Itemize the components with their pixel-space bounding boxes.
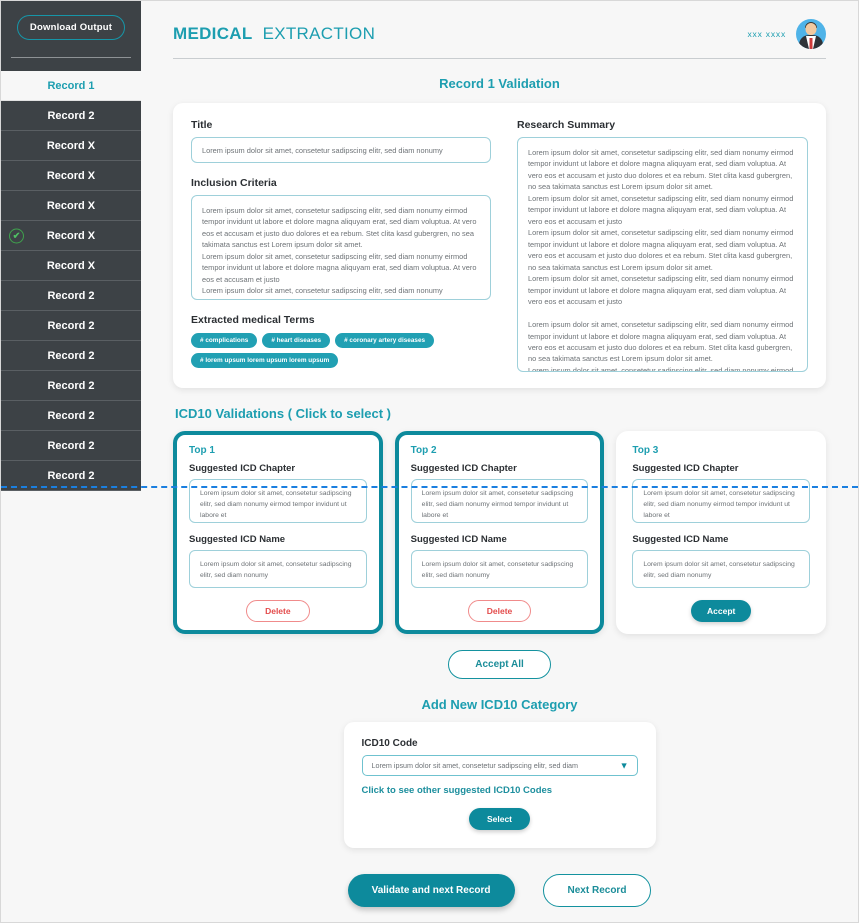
icd-suggestion-card[interactable]: Top 1 Suggested ICD Chapter Lorem ipsum do… — [173, 431, 383, 634]
delete-button[interactable]: Delete — [246, 600, 310, 622]
suggested-icd-chapter-label: Suggested ICD Chapter — [410, 463, 517, 474]
app-brand: MEDICAL EXTRACTION — [173, 24, 375, 44]
download-output-button[interactable]: Download Output — [17, 15, 125, 40]
accept-all-button[interactable]: Accept All — [448, 650, 551, 679]
medical-term-tag[interactable]: # heart diseases — [262, 333, 331, 348]
sidebar-record-label: Record X — [46, 199, 96, 212]
sidebar-record-item[interactable]: ✔ Record X — [1, 221, 141, 251]
sidebar-record-label: Record 2 — [47, 439, 95, 452]
sidebar-record-item[interactable]: Record X — [1, 161, 141, 191]
inclusion-criteria-label: Inclusion Criteria — [191, 177, 277, 189]
sidebar-record-item[interactable]: Record X — [1, 251, 141, 281]
main-content: MEDICAL EXTRACTION xxx xxxx Record 1 Val… — [141, 1, 858, 922]
sidebar-record-item[interactable]: Record 2 — [1, 461, 141, 491]
sidebar-record-item[interactable]: Record 2 — [1, 101, 141, 131]
top-bar: MEDICAL EXTRACTION xxx xxxx — [159, 1, 840, 49]
icd-card-rank-label: Top 1 — [189, 445, 215, 456]
research-summary-label: Research Summary — [517, 119, 616, 131]
record-right-column: Research Summary Lorem ipsum dolor sit a… — [517, 119, 808, 372]
sidebar-record-label: Record 2 — [47, 319, 95, 332]
suggested-icd-name-field[interactable]: Lorem ipsum dolor sit amet, consetetur s… — [189, 550, 367, 588]
sidebar-record-label: Record X — [46, 259, 96, 272]
check-icon: ✔ — [9, 228, 24, 243]
user-avatar-icon[interactable] — [796, 19, 826, 49]
extracted-terms-list: # complications # heart diseases # coronar… — [191, 333, 491, 368]
sidebar-record-label: Record X — [46, 169, 96, 182]
suggested-icd-chapter-label: Suggested ICD Chapter — [189, 463, 296, 474]
app-window: Download Output Record 1 Record 2 Record X… — [0, 0, 859, 923]
icd-card-rank-label: Top 3 — [632, 445, 659, 456]
sidebar: Download Output Record 1 Record 2 Record X… — [1, 1, 141, 922]
medical-term-tag[interactable]: # lorem upsum lorem upsum lorem upsum — [191, 353, 339, 368]
icd-suggestion-card[interactable]: Top 2 Suggested ICD Chapter Lorem ipsum do… — [394, 431, 605, 634]
suggested-icd-name-label: Suggested ICD Name — [632, 534, 729, 545]
brand-bold: MEDICAL — [173, 24, 253, 43]
brand-light: EXTRACTION — [262, 24, 376, 43]
user-name: xxx xxxx — [747, 29, 786, 39]
chevron-down-icon: ▼ — [619, 760, 629, 770]
sidebar-record-item[interactable]: Record 2 — [1, 371, 141, 401]
suggested-icd-chapter-field[interactable]: Lorem ipsum dolor sit amet, consetetur s… — [410, 479, 589, 523]
validate-and-next-record-button[interactable]: Validate and next Record — [347, 874, 515, 907]
sidebar-record-label: Record 2 — [47, 289, 95, 302]
sidebar-record-label: Record 2 — [47, 469, 95, 482]
page-title: Record 1 Validation — [439, 76, 560, 91]
sidebar-record-item[interactable]: Record 2 — [1, 401, 141, 431]
next-record-button[interactable]: Next Record — [542, 874, 652, 907]
title-field[interactable]: Lorem ipsum dolor sit amet, consetetur s… — [191, 137, 491, 163]
sidebar-header: Download Output — [1, 1, 141, 71]
research-summary-field[interactable]: Lorem ipsum dolor sit amet, consetetur s… — [517, 137, 808, 372]
delete-button[interactable]: Delete — [467, 600, 532, 622]
icd10-code-select[interactable]: Lorem ipsum dolor sit amet, consetetur s… — [361, 755, 638, 776]
see-other-codes-link[interactable]: Click to see other suggested ICD10 Codes — [362, 785, 638, 796]
sidebar-record-label: Record 2 — [47, 409, 95, 422]
suggested-icd-name-field[interactable]: Lorem ipsum dolor sit amet, consetetur s… — [632, 550, 811, 588]
title-label: Title — [191, 119, 213, 131]
sidebar-record-item[interactable]: Record 2 — [1, 431, 141, 461]
user-area[interactable]: xxx xxxx — [747, 19, 826, 49]
icd-validations-heading: ICD10 Validations ( Click to select ) — [175, 406, 392, 421]
record-panel: Title Lorem ipsum dolor sit amet, conset… — [173, 103, 826, 388]
icd-card-list: Top 1 Suggested ICD Chapter Lorem ipsum do… — [173, 431, 827, 634]
sidebar-record-label: Record 1 — [47, 79, 95, 92]
sidebar-record-item[interactable]: Record 1 — [1, 71, 141, 101]
sidebar-record-item[interactable]: Record 2 — [1, 341, 141, 371]
sidebar-record-label: Record 2 — [47, 379, 95, 392]
inclusion-criteria-field[interactable]: Lorem ipsum dolor sit amet, consetetur s… — [191, 195, 491, 300]
sidebar-record-item[interactable]: Record 2 — [1, 311, 141, 341]
sidebar-record-label: Record 2 — [47, 349, 95, 362]
sidebar-record-label: Record X — [46, 139, 96, 152]
suggested-icd-chapter-field[interactable]: Lorem ipsum dolor sit amet, consetetur s… — [632, 479, 811, 523]
icd10-code-label: ICD10 Code — [361, 738, 418, 749]
medical-term-tag[interactable]: # coronary artery diseases — [335, 333, 435, 348]
medical-term-tag[interactable]: # complications — [191, 333, 258, 348]
sidebar-record-item[interactable]: Record X — [1, 131, 141, 161]
add-category-title: Add New ICD10 Category — [421, 697, 578, 712]
add-category-panel: ICD10 Code Lorem ipsum dolor sit amet, c… — [343, 722, 656, 848]
footer-actions: Validate and next Record Next Record — [159, 874, 840, 907]
select-button-row: Select — [362, 808, 638, 830]
select-button[interactable]: Select — [468, 808, 531, 830]
suggested-icd-name-label: Suggested ICD Name — [189, 534, 286, 545]
suggested-icd-chapter-label: Suggested ICD Chapter — [632, 463, 739, 474]
accept-button[interactable]: Accept — [691, 600, 752, 622]
icd-suggestion-card[interactable]: Top 3 Suggested ICD Chapter Lorem ipsum do… — [616, 431, 827, 634]
record-list: Record 1 Record 2 Record X Record X Record X… — [1, 71, 141, 491]
icd10-code-value: Lorem ipsum dolor sit amet, consetetur s… — [371, 761, 579, 770]
sidebar-record-label: Record 2 — [47, 109, 95, 122]
suggested-icd-name-field[interactable]: Lorem ipsum dolor sit amet, consetetur s… — [410, 550, 589, 588]
sidebar-record-item[interactable]: Record 2 — [1, 281, 141, 311]
icd-card-rank-label: Top 2 — [410, 445, 437, 456]
sidebar-record-item[interactable]: Record X — [1, 191, 141, 221]
extracted-terms-label: Extracted medical Terms — [191, 314, 315, 326]
suggested-icd-name-label: Suggested ICD Name — [410, 534, 507, 545]
accept-all-row: Accept All — [159, 650, 840, 679]
suggested-icd-chapter-field[interactable]: Lorem ipsum dolor sit amet, consetetur s… — [189, 479, 367, 523]
sidebar-divider — [11, 57, 131, 58]
record-left-column: Title Lorem ipsum dolor sit amet, conset… — [191, 119, 491, 372]
sidebar-record-label: Record X — [46, 229, 96, 242]
header-divider — [173, 58, 826, 59]
